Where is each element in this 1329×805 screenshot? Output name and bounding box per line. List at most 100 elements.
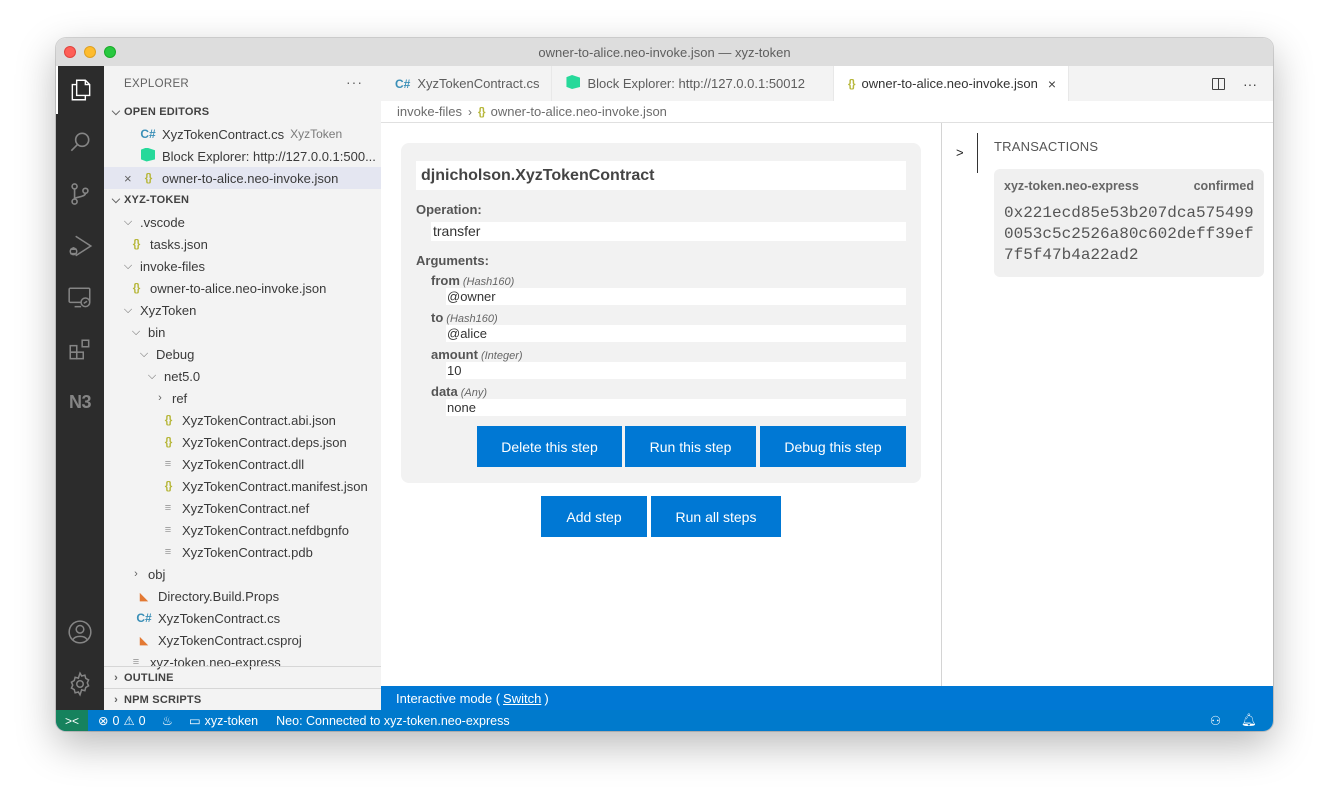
neo-connection-status[interactable]: Neo: Connected to xyz-token.neo-express bbox=[276, 714, 509, 728]
argument-amount-input[interactable]: 10 bbox=[446, 362, 906, 379]
activity-run-debug[interactable] bbox=[56, 222, 104, 270]
activity-manage[interactable] bbox=[56, 660, 104, 708]
interactive-mode-end: ) bbox=[544, 690, 549, 706]
toggle-transactions-icon[interactable]: > bbox=[956, 145, 964, 160]
delete-step-button[interactable]: Delete this step bbox=[477, 426, 622, 467]
remote-indicator[interactable]: >< bbox=[56, 710, 88, 731]
activity-remote-explorer[interactable] bbox=[56, 274, 104, 322]
chevron-down-icon: ⌵ bbox=[123, 215, 133, 228]
explorer-header: EXPLORER ··· bbox=[104, 66, 381, 101]
tree-file[interactable]: {} XyzTokenContract.manifest.json bbox=[104, 475, 381, 497]
tree-item-label: XyzTokenContract.abi.json bbox=[182, 412, 336, 428]
open-editor-label: owner-to-alice.neo-invoke.json bbox=[162, 170, 339, 186]
tree-folder[interactable]: ⌵ invoke-files bbox=[104, 255, 381, 277]
json-icon: {} bbox=[164, 436, 173, 448]
workspace-name: xyz-token bbox=[204, 713, 259, 728]
interactive-mode-bar: Interactive mode ( Switch ) bbox=[381, 686, 1273, 710]
close-window-button[interactable] bbox=[64, 46, 76, 58]
debug-step-button[interactable]: Debug this step bbox=[760, 426, 906, 467]
workspace-section[interactable]: ⌵ XYZ-TOKEN bbox=[104, 189, 381, 211]
open-editor-desc: XyzToken bbox=[290, 127, 343, 141]
tree-file[interactable]: C# XyzTokenContract.cs bbox=[104, 607, 381, 629]
tab-xyztokencontract-cs[interactable]: C# XyzTokenContract.cs bbox=[381, 66, 553, 101]
chevron-down-icon: ⌵ bbox=[123, 303, 133, 316]
transactions-title: TRANSACTIONS bbox=[994, 139, 1099, 154]
operation-input[interactable]: transfer bbox=[431, 222, 906, 241]
tree-file[interactable]: ≡ XyzTokenContract.nef bbox=[104, 497, 381, 519]
tree-folder[interactable]: ⌵ .vscode bbox=[104, 211, 381, 233]
more-actions-icon[interactable]: ··· bbox=[346, 74, 363, 90]
tab-owner-to-alice-json[interactable]: {} owner-to-alice.neo-invoke.json × bbox=[833, 66, 1070, 101]
activity-neo[interactable]: N3 bbox=[56, 378, 104, 426]
split-editor-icon[interactable] bbox=[1212, 77, 1225, 90]
json-icon: {} bbox=[132, 238, 141, 250]
tree-file[interactable]: ≡ XyzTokenContract.dll bbox=[104, 453, 381, 475]
open-editors-section[interactable]: ⌵ OPEN EDITORS bbox=[104, 101, 381, 123]
tree-item-label: owner-to-alice.neo-invoke.json bbox=[150, 280, 327, 296]
tree-item-label: net5.0 bbox=[164, 368, 201, 384]
error-icon: ⊗ bbox=[98, 714, 109, 728]
operation-label: Operation: bbox=[416, 202, 482, 217]
open-editors-title: OPEN EDITORS bbox=[124, 106, 210, 118]
argument-data-input[interactable]: none bbox=[446, 399, 906, 416]
open-editor-item[interactable]: Block Explorer: http://127.0.0.1:500... bbox=[104, 145, 381, 167]
run-all-steps-button[interactable]: Run all steps bbox=[651, 496, 781, 537]
vscode-window: owner-to-alice.neo-invoke.json — xyz-tok… bbox=[56, 38, 1273, 731]
breadcrumb-folder[interactable]: invoke-files bbox=[397, 104, 462, 119]
flame-icon: ♨ bbox=[161, 714, 173, 728]
tree-file[interactable]: ◣ Directory.Build.Props bbox=[104, 585, 381, 607]
feedback-icon[interactable]: ⚇ bbox=[1210, 713, 1221, 728]
activity-search[interactable] bbox=[56, 118, 104, 166]
activity-source-control[interactable] bbox=[56, 170, 104, 218]
text-file-icon: ≡ bbox=[164, 458, 172, 470]
gear-icon bbox=[70, 671, 90, 697]
maximize-window-button[interactable] bbox=[104, 46, 116, 58]
tree-file[interactable]: {} XyzTokenContract.abi.json bbox=[104, 409, 381, 431]
close-tab-icon[interactable]: × bbox=[1048, 76, 1056, 92]
open-editor-item-active[interactable]: × {} owner-to-alice.neo-invoke.json bbox=[104, 167, 381, 189]
activity-accounts[interactable] bbox=[56, 608, 104, 656]
window-title: owner-to-alice.neo-invoke.json — xyz-tok… bbox=[538, 44, 791, 60]
tree-item-label: XyzTokenContract.dll bbox=[182, 456, 305, 472]
csharp-icon: C# bbox=[395, 76, 411, 91]
tree-file[interactable]: {} XyzTokenContract.deps.json bbox=[104, 431, 381, 453]
tree-folder[interactable]: ⌵ Debug bbox=[104, 343, 381, 365]
minimize-window-button[interactable] bbox=[84, 46, 96, 58]
tree-folder[interactable]: ⌵ XyzToken bbox=[104, 299, 381, 321]
remote-explorer-icon bbox=[68, 287, 91, 308]
tree-folder[interactable]: › ref bbox=[104, 387, 381, 409]
npm-scripts-section[interactable]: › NPM SCRIPTS bbox=[104, 688, 381, 710]
transaction-card[interactable]: xyz-token.neo-express confirmed 0x221ecd… bbox=[994, 169, 1264, 277]
open-editor-item[interactable]: C# XyzTokenContract.cs XyzToken bbox=[104, 123, 381, 145]
tree-file[interactable]: {} tasks.json bbox=[104, 233, 381, 255]
tab-block-explorer[interactable]: Block Explorer: http://127.0.0.1:50012 bbox=[552, 66, 834, 101]
more-actions-icon[interactable]: ··· bbox=[1243, 76, 1257, 92]
breadcrumb-file[interactable]: owner-to-alice.neo-invoke.json bbox=[491, 104, 667, 119]
tree-folder[interactable]: › obj bbox=[104, 563, 381, 585]
neo-flame-indicator[interactable]: ♨ bbox=[162, 713, 173, 728]
close-icon[interactable]: × bbox=[124, 171, 132, 186]
tree-file[interactable]: ◣ XyzTokenContract.csproj bbox=[104, 629, 381, 651]
argument-to-input[interactable]: @alice bbox=[446, 325, 906, 342]
tree-folder[interactable]: ⌵ bin bbox=[104, 321, 381, 343]
activity-explorer[interactable] bbox=[56, 66, 104, 114]
switch-mode-link[interactable]: Switch bbox=[503, 691, 541, 706]
outline-section[interactable]: › OUTLINE bbox=[104, 666, 381, 688]
workspace-indicator[interactable]: ▭ xyz-token bbox=[189, 713, 259, 729]
tree-file[interactable]: ≡ XyzTokenContract.nefdbgnfo bbox=[104, 519, 381, 541]
csharp-icon: C# bbox=[140, 127, 156, 141]
run-step-button[interactable]: Run this step bbox=[625, 426, 756, 467]
tree-file[interactable]: ≡ XyzTokenContract.pdb bbox=[104, 541, 381, 563]
tree-folder[interactable]: ⌵ net5.0 bbox=[104, 365, 381, 387]
problems-indicator[interactable]: ⊗ 0 ⚠ 0 bbox=[98, 713, 146, 729]
argument-from-input[interactable]: @owner bbox=[446, 288, 906, 305]
contract-input[interactable]: djnicholson.XyzTokenContract bbox=[416, 161, 906, 190]
argument-name: from (Hash160) bbox=[431, 273, 515, 288]
activity-extensions[interactable] bbox=[56, 326, 104, 374]
tree-item-label: XyzTokenContract.csproj bbox=[158, 632, 302, 648]
tree-file[interactable]: {} owner-to-alice.neo-invoke.json bbox=[104, 277, 381, 299]
bell-icon[interactable]: 🔔︎ bbox=[1241, 713, 1257, 728]
argument-name: amount (Integer) bbox=[431, 347, 523, 362]
account-icon bbox=[68, 620, 92, 644]
add-step-button[interactable]: Add step bbox=[541, 496, 647, 537]
